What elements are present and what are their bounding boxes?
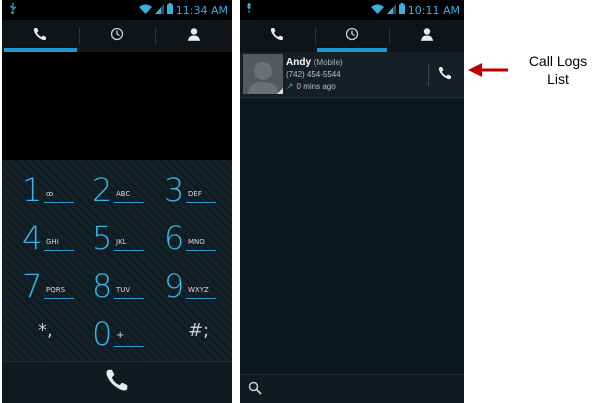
- key-digit: 4: [22, 219, 43, 257]
- usb-icon: [8, 3, 18, 18]
- dialpad-row-3: 7 PQRS 8 TUV 9 WXYZ: [2, 260, 232, 310]
- key-underline: [114, 298, 144, 299]
- clock-icon: [110, 27, 124, 46]
- voicemail-icon: ꝏ: [46, 190, 54, 198]
- key-digit: 7: [22, 267, 43, 305]
- tab-dialer[interactable]: [2, 20, 79, 52]
- signal-icon: [386, 1, 396, 19]
- dialpad: 1 ꝏ 2 ABC 3 DEF 4 GHI 5 JKL 6 MNO 7 PQRS…: [2, 160, 232, 361]
- key-underline: [44, 298, 74, 299]
- search-bar[interactable]: [240, 374, 464, 403]
- key-8[interactable]: 8 TUV: [82, 260, 152, 310]
- key-letters: MNO: [188, 238, 205, 246]
- key-letters: ABC: [116, 190, 131, 198]
- key-underline: [186, 202, 216, 203]
- dialer-screen: 11:34 AM 1 ꝏ 2 ABC 3 DEF 4 GHI 5 JKL 6 M…: [2, 0, 232, 403]
- annotation-label-line-2: List: [547, 71, 569, 87]
- key-digit: 5: [92, 219, 113, 257]
- microphone-icon: [246, 3, 252, 16]
- status-time: 11:34 AM: [175, 3, 228, 17]
- annotation-label-line-1: Call Logs: [528, 53, 588, 69]
- key-0[interactable]: 0 +: [82, 308, 152, 358]
- phone-icon: [33, 27, 47, 46]
- key-4[interactable]: 4 GHI: [12, 212, 82, 262]
- signal-icon: [154, 1, 164, 19]
- call-log-list: Andy (Mobile) (742) 454-5544 ↗ 0 mins ago: [240, 52, 464, 374]
- key-3[interactable]: 3 DEF: [154, 164, 224, 214]
- phone-icon: [105, 368, 129, 397]
- key-digit: 8: [92, 267, 113, 305]
- key-digit: 3: [164, 171, 185, 209]
- clock-icon: [345, 27, 359, 46]
- battery-icon: [166, 1, 173, 19]
- call-log-item[interactable]: Andy (Mobile) (742) 454-5544 ↗ 0 mins ago: [240, 52, 464, 98]
- call-back-button[interactable]: [430, 60, 460, 90]
- status-bar: 10:11 AM: [240, 0, 464, 20]
- battery-icon: [398, 1, 405, 19]
- key-1[interactable]: 1 ꝏ: [12, 164, 82, 214]
- wifi-icon: [370, 1, 384, 19]
- contact-name: Andy (Mobile): [286, 57, 343, 68]
- call-log-tab-bar: [240, 20, 464, 52]
- phone-icon: [438, 66, 452, 85]
- contact-name-text: Andy: [286, 57, 311, 68]
- key-5[interactable]: 5 JKL: [82, 212, 152, 262]
- phone-icon: [270, 27, 284, 46]
- key-9[interactable]: 9 WXYZ: [154, 260, 224, 310]
- key-letters: JKL: [116, 238, 127, 246]
- tab-contacts[interactable]: [155, 20, 232, 52]
- wifi-icon: [138, 1, 152, 19]
- tab-call-log[interactable]: [314, 20, 390, 52]
- key-letters: GHI: [46, 238, 59, 246]
- dial-call-button[interactable]: [2, 361, 232, 403]
- key-underline: [44, 202, 74, 203]
- status-time: 10:11 AM: [407, 3, 460, 17]
- tab-call-log[interactable]: [78, 20, 156, 52]
- key-digit: 6: [164, 219, 185, 257]
- key-6[interactable]: 6 MNO: [154, 212, 224, 262]
- call-time-text: 0 mins ago: [296, 82, 336, 91]
- key-hash[interactable]: #;: [154, 308, 224, 358]
- key-underline: [114, 202, 144, 203]
- key-letters: WXYZ: [188, 286, 209, 294]
- search-icon[interactable]: [248, 381, 262, 400]
- key-underline: [114, 346, 144, 347]
- divider: [428, 64, 429, 86]
- key-letters: TUV: [116, 286, 131, 294]
- key-7[interactable]: 7 PQRS: [12, 260, 82, 310]
- dialpad-row-2: 4 GHI 5 JKL 6 MNO: [2, 212, 232, 262]
- key-star[interactable]: *,: [12, 308, 82, 358]
- tab-dialer[interactable]: [240, 20, 315, 52]
- key-underline: [186, 298, 216, 299]
- key-digit: 9: [164, 267, 185, 305]
- annotation-arrow: [468, 63, 508, 77]
- key-underline: [114, 250, 144, 251]
- outgoing-call-arrow-icon: ↗: [286, 81, 294, 91]
- dialpad-row-4: *, 0 + #;: [2, 308, 232, 358]
- annotation-label: Call Logs List: [510, 52, 606, 88]
- avatar[interactable]: [243, 54, 283, 94]
- phone-type: (Mobile): [313, 58, 343, 67]
- key-star-label: *,: [38, 320, 53, 341]
- key-digit: 1: [22, 171, 43, 209]
- key-underline: [44, 250, 74, 251]
- key-digit: 0: [92, 315, 113, 353]
- key-plus: +: [116, 330, 125, 341]
- key-underline: [186, 250, 216, 251]
- key-digit: 2: [92, 171, 113, 209]
- key-hash-label: #;: [188, 320, 210, 341]
- dialpad-row-1: 1 ꝏ 2 ABC 3 DEF: [2, 164, 232, 214]
- status-bar: 11:34 AM: [2, 0, 232, 20]
- key-letters: DEF: [188, 190, 202, 198]
- digits-display[interactable]: [2, 52, 232, 160]
- call-log-screen: 10:11 AM Andy (Mobile) (742) 454-5544 ↗ …: [240, 0, 464, 403]
- call-time: ↗ 0 mins ago: [286, 81, 336, 92]
- phone-number: (742) 454-5544: [286, 70, 341, 79]
- key-2[interactable]: 2 ABC: [82, 164, 152, 214]
- contacts-icon: [420, 27, 434, 46]
- key-letters: PQRS: [46, 286, 66, 294]
- contacts-icon: [187, 27, 201, 46]
- tab-contacts[interactable]: [389, 20, 464, 52]
- dialer-tab-bar: [2, 20, 232, 52]
